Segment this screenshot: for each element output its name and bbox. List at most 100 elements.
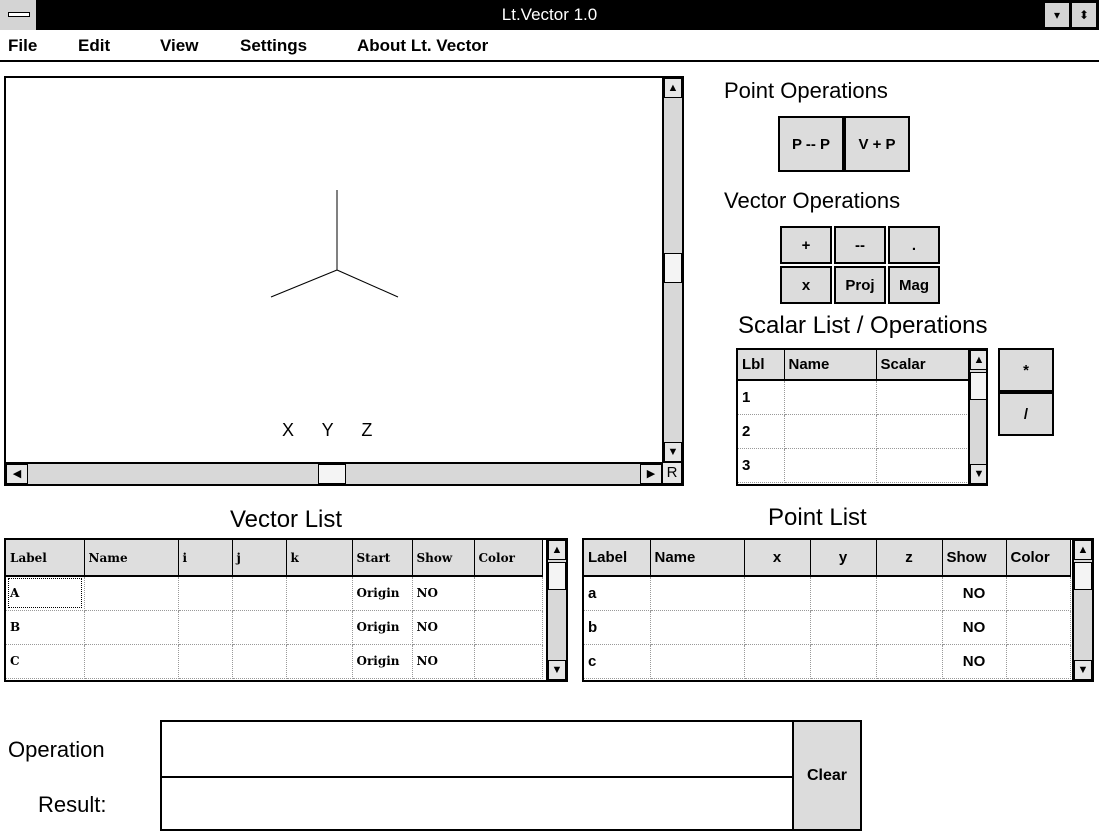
vector-cell-show[interactable]: NO	[412, 576, 475, 611]
point-cell-x[interactable]	[744, 576, 811, 611]
operation-field[interactable]	[160, 720, 794, 778]
vector-cell-j[interactable]	[232, 610, 287, 645]
point-cell-x[interactable]	[744, 644, 811, 679]
point-cell-show[interactable]: NO	[942, 644, 1007, 679]
scalar-cell-name[interactable]	[784, 380, 877, 415]
scroll-right-button[interactable]: ▶	[640, 464, 662, 484]
table-row[interactable]: A Origin NO	[6, 576, 543, 611]
horizontal-scrollbar[interactable]: ◀ ▶	[6, 462, 662, 484]
vector-cell-name[interactable]	[84, 610, 179, 645]
scalar-cell-name[interactable]	[784, 414, 877, 449]
scalar-cell-value[interactable]	[876, 414, 969, 449]
vector-subtract-button[interactable]: --	[834, 226, 886, 264]
table-row[interactable]: B Origin NO	[6, 610, 543, 645]
scalar-multiply-button[interactable]: *	[998, 348, 1054, 392]
table-row[interactable]: C Origin NO	[6, 644, 543, 679]
minimize-button[interactable]: ▾	[1044, 2, 1070, 28]
scalar-scroll-thumb[interactable]	[970, 372, 986, 400]
scalar-cell-value[interactable]	[876, 448, 969, 483]
point-cell-y[interactable]	[810, 644, 877, 679]
scalar-cell-name[interactable]	[784, 448, 877, 483]
point-scrollbar[interactable]: ▲ ▼	[1072, 540, 1092, 680]
menu-edit[interactable]: Edit	[78, 36, 110, 56]
point-cell-x[interactable]	[744, 610, 811, 645]
scroll-down-button[interactable]: ▼	[970, 464, 986, 484]
scalar-table[interactable]: Lbl Name Scalar 1 2 3 ▲ ▼	[736, 348, 988, 486]
point-cell-color[interactable]	[1006, 610, 1071, 645]
vector-dot-button[interactable]: .	[888, 226, 940, 264]
vector-plus-point-button[interactable]: V + P	[844, 116, 910, 172]
point-table[interactable]: Label Name x y z Show Color a NO b NO c …	[582, 538, 1094, 682]
vector-projection-button[interactable]: Proj	[834, 266, 886, 304]
scroll-up-button[interactable]: ▲	[970, 350, 986, 370]
system-menu-icon[interactable]	[0, 0, 38, 30]
scroll-down-button[interactable]: ▼	[548, 660, 566, 680]
vector-cell-label[interactable]: C	[6, 644, 85, 679]
menu-file[interactable]: File	[8, 36, 37, 56]
vector-cell-show[interactable]: NO	[412, 610, 475, 645]
vector-cell-i[interactable]	[178, 576, 233, 611]
vector-cell-k[interactable]	[286, 644, 353, 679]
table-row[interactable]: b NO	[584, 610, 1071, 645]
vector-cell-i[interactable]	[178, 644, 233, 679]
scroll-left-button[interactable]: ◀	[6, 464, 28, 484]
horizontal-scroll-thumb[interactable]	[318, 464, 346, 484]
vector-cell-k[interactable]	[286, 610, 353, 645]
table-row[interactable]: 1	[738, 380, 969, 415]
vector-cell-label[interactable]: A	[6, 576, 85, 611]
vector-cell-color[interactable]	[474, 644, 543, 679]
table-row[interactable]: 3	[738, 448, 969, 483]
vector-cross-button[interactable]: x	[780, 266, 832, 304]
scalar-cell-value[interactable]	[876, 380, 969, 415]
table-row[interactable]: 2	[738, 414, 969, 449]
vector-table[interactable]: Label Name i j k Start Show Color A Orig…	[4, 538, 568, 682]
reset-view-button[interactable]: R	[662, 462, 682, 484]
menu-about[interactable]: About Lt. Vector	[357, 36, 488, 56]
point-cell-label[interactable]: a	[584, 576, 651, 611]
vector-cell-name[interactable]	[84, 576, 179, 611]
vector-canvas[interactable]: X Y Z ▲ ▼ ◀ ▶ R	[4, 76, 684, 486]
vector-add-button[interactable]: +	[780, 226, 832, 264]
vector-cell-start[interactable]: Origin	[352, 644, 413, 679]
point-cell-name[interactable]	[650, 644, 745, 679]
table-row[interactable]: c NO	[584, 644, 1071, 679]
point-cell-color[interactable]	[1006, 644, 1071, 679]
vector-cell-show[interactable]: NO	[412, 644, 475, 679]
vector-cell-color[interactable]	[474, 576, 543, 611]
point-cell-z[interactable]	[876, 610, 943, 645]
vector-cell-i[interactable]	[178, 610, 233, 645]
scroll-up-button[interactable]: ▲	[664, 78, 682, 98]
menu-view[interactable]: View	[160, 36, 198, 56]
point-cell-z[interactable]	[876, 644, 943, 679]
restore-button[interactable]: ⬍	[1071, 2, 1097, 28]
scroll-down-button[interactable]: ▼	[664, 442, 682, 462]
vector-cell-j[interactable]	[232, 644, 287, 679]
scroll-up-button[interactable]: ▲	[548, 540, 566, 560]
vector-cell-start[interactable]: Origin	[352, 576, 413, 611]
vector-cell-color[interactable]	[474, 610, 543, 645]
table-row[interactable]: a NO	[584, 576, 1071, 611]
point-scroll-thumb[interactable]	[1074, 562, 1092, 590]
point-cell-name[interactable]	[650, 610, 745, 645]
scalar-scrollbar[interactable]: ▲ ▼	[968, 350, 986, 484]
vector-scroll-thumb[interactable]	[548, 562, 566, 590]
vertical-scrollbar[interactable]: ▲ ▼	[662, 78, 682, 462]
point-cell-show[interactable]: NO	[942, 610, 1007, 645]
vector-cell-j[interactable]	[232, 576, 287, 611]
clear-button[interactable]: Clear	[792, 720, 862, 831]
point-cell-name[interactable]	[650, 576, 745, 611]
vector-magnitude-button[interactable]: Mag	[888, 266, 940, 304]
point-cell-label[interactable]: b	[584, 610, 651, 645]
vector-scrollbar[interactable]: ▲ ▼	[546, 540, 566, 680]
point-cell-label[interactable]: c	[584, 644, 651, 679]
vector-cell-start[interactable]: Origin	[352, 610, 413, 645]
point-cell-y[interactable]	[810, 576, 877, 611]
scalar-divide-button[interactable]: /	[998, 392, 1054, 436]
point-cell-z[interactable]	[876, 576, 943, 611]
point-cell-y[interactable]	[810, 610, 877, 645]
vector-cell-name[interactable]	[84, 644, 179, 679]
scroll-up-button[interactable]: ▲	[1074, 540, 1092, 560]
vertical-scroll-thumb[interactable]	[664, 253, 682, 283]
point-cell-color[interactable]	[1006, 576, 1071, 611]
menu-settings[interactable]: Settings	[240, 36, 307, 56]
